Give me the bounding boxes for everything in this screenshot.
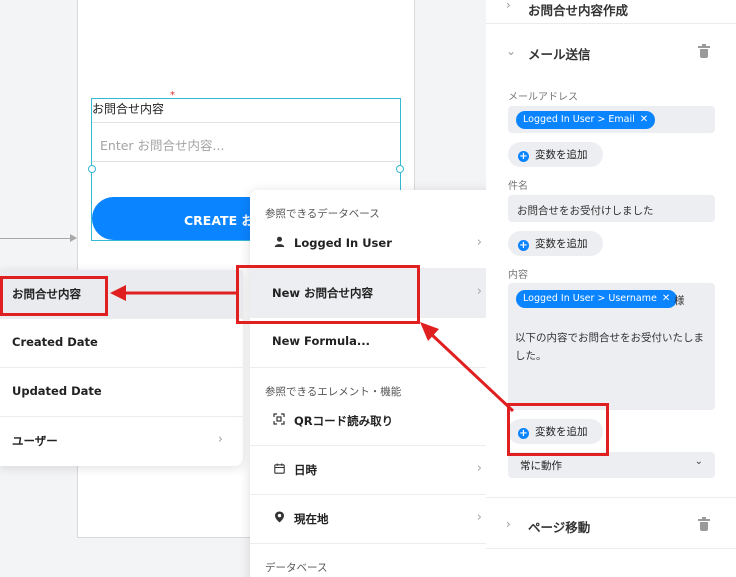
annotation-arrowhead	[110, 285, 126, 301]
annotation-arrow-line	[428, 331, 515, 413]
annotation-arrows	[110, 285, 515, 413]
